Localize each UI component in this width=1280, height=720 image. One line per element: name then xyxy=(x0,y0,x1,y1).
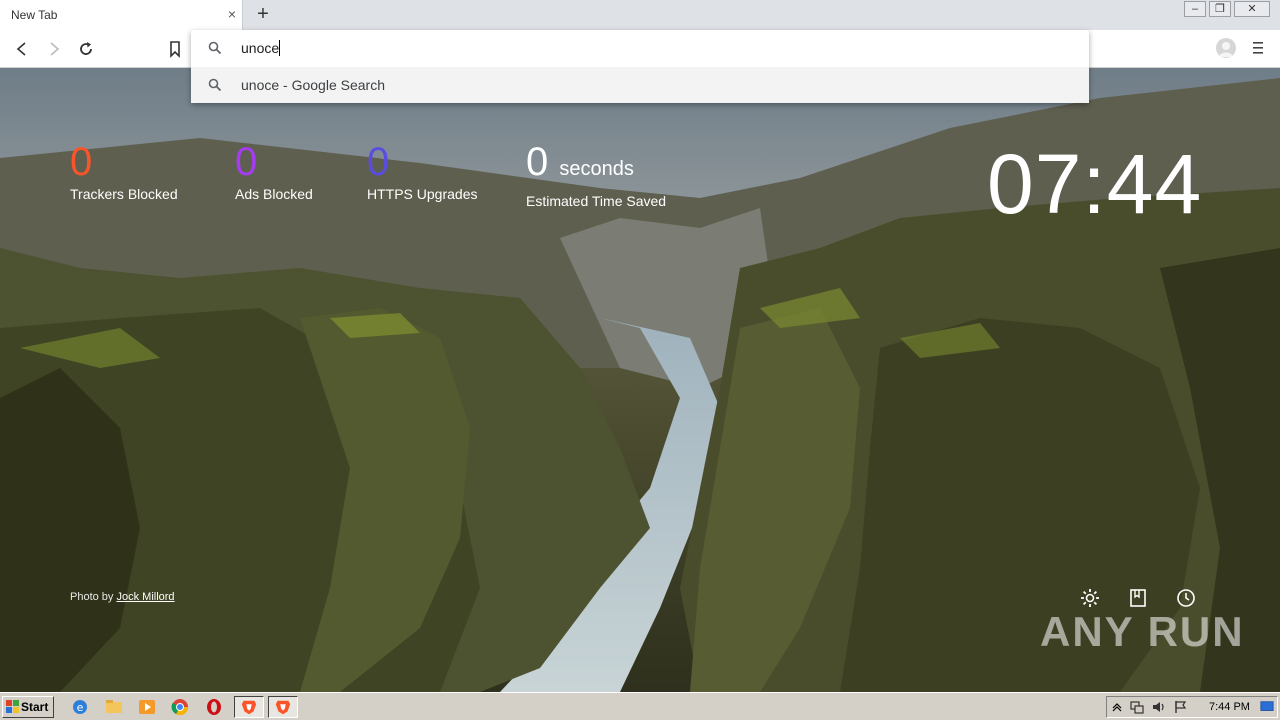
new-tab-background: 0 Trackers Blocked 0 Ads Blocked 0 HTTPS… xyxy=(0,68,1280,692)
clock: 07:44 xyxy=(987,137,1203,231)
close-window-button[interactable]: ✕ xyxy=(1234,1,1270,17)
https-count: 0 xyxy=(367,140,390,184)
back-icon[interactable] xyxy=(12,39,32,59)
search-icon xyxy=(208,78,222,92)
network-icon[interactable] xyxy=(1129,699,1145,715)
reload-icon[interactable] xyxy=(76,39,96,59)
history-icon[interactable] xyxy=(1174,586,1198,610)
svg-text:e: e xyxy=(77,701,84,714)
windows-flag-icon xyxy=(6,700,19,713)
search-suggestion[interactable]: unoce - Google Search xyxy=(191,67,1089,103)
restore-button[interactable]: ❐ xyxy=(1209,1,1231,17)
minimize-button[interactable]: – xyxy=(1184,1,1206,17)
stat-time-saved: 0 seconds Estimated Time Saved xyxy=(526,140,666,209)
action-center-flag-icon[interactable] xyxy=(1173,699,1189,715)
time-saved-value: 0 seconds xyxy=(526,140,634,184)
brave-taskbar-button-1[interactable] xyxy=(234,696,264,718)
chrome-icon[interactable] xyxy=(170,697,190,717)
suggestion-text: unoce - Google Search xyxy=(241,77,385,93)
search-icon xyxy=(208,41,222,55)
gear-icon[interactable] xyxy=(1078,586,1102,610)
trackers-label: Trackers Blocked xyxy=(70,186,178,202)
time-saved-label: Estimated Time Saved xyxy=(526,193,667,209)
menu-icon[interactable] xyxy=(1251,40,1265,56)
show-desktop-icon[interactable] xyxy=(1259,700,1275,714)
tab-strip: New Tab × + – ❐ ✕ xyxy=(0,0,1280,30)
time-saved-unit: seconds xyxy=(559,158,634,180)
opera-icon[interactable] xyxy=(204,697,224,717)
ads-label: Ads Blocked xyxy=(235,186,313,202)
ads-count: 0 xyxy=(235,140,258,184)
close-icon[interactable]: × xyxy=(226,7,238,21)
brave-icon xyxy=(275,700,291,715)
tab-title: New Tab xyxy=(11,8,58,22)
speaker-icon[interactable] xyxy=(1151,699,1167,715)
omnibox-dropdown: unoce unoce - Google Search xyxy=(191,30,1089,103)
bookmark-icon[interactable] xyxy=(165,39,185,59)
taskbar: Start e 7:44 PM xyxy=(0,692,1280,720)
bookmarks-icon[interactable] xyxy=(1126,586,1150,610)
stat-https-upgrades: 0 HTTPS Upgrades xyxy=(367,140,477,202)
watermark-logo: ANY RUN xyxy=(1040,608,1245,655)
file-explorer-icon[interactable] xyxy=(104,697,124,717)
text-caret xyxy=(279,40,281,56)
new-tab-button[interactable]: + xyxy=(254,4,272,24)
start-button[interactable]: Start xyxy=(2,696,54,718)
https-label: HTTPS Upgrades xyxy=(367,186,478,202)
photo-credit: Photo by Jock Millord xyxy=(70,591,175,603)
media-player-icon[interactable] xyxy=(137,697,157,717)
profile-avatar-icon[interactable] xyxy=(1216,38,1236,58)
address-input[interactable]: unoce xyxy=(241,40,1041,56)
taskbar-clock[interactable]: 7:44 PM xyxy=(1209,701,1250,713)
address-bar[interactable]: unoce xyxy=(191,30,1089,66)
brave-icon xyxy=(241,700,257,715)
trackers-count: 0 xyxy=(70,140,93,184)
internet-explorer-icon[interactable]: e xyxy=(70,697,90,717)
stat-trackers-blocked: 0 Trackers Blocked xyxy=(70,140,178,202)
system-tray: 7:44 PM xyxy=(1106,696,1278,718)
stat-ads-blocked: 0 Ads Blocked xyxy=(235,140,313,202)
forward-icon[interactable] xyxy=(44,39,64,59)
brave-taskbar-button-2[interactable] xyxy=(268,696,298,718)
tab-new-tab[interactable]: New Tab × xyxy=(0,0,243,30)
photo-credit-link[interactable]: Jock Millord xyxy=(116,591,174,603)
chevron-up-icon[interactable] xyxy=(1111,701,1123,713)
